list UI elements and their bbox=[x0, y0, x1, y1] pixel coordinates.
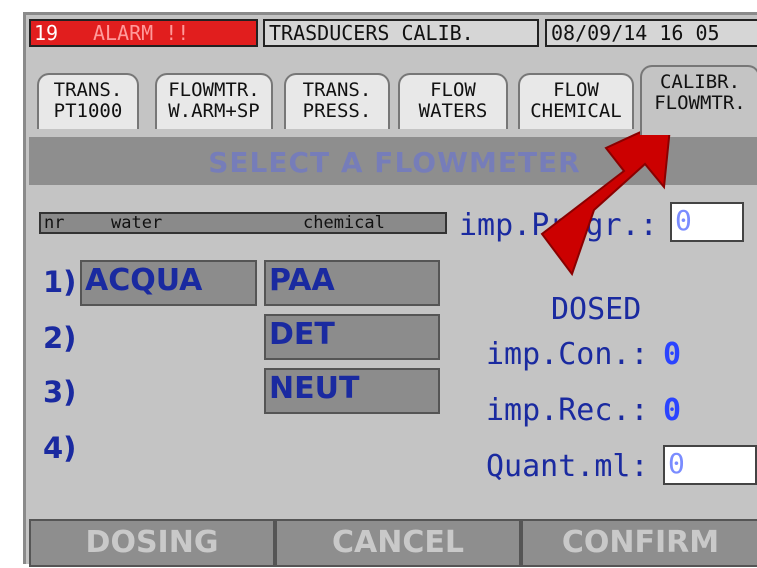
chemical-flowmeter-2[interactable]: DET bbox=[264, 314, 440, 360]
tab-trans-press[interactable]: TRANS. PRESS. bbox=[284, 73, 390, 129]
imp-con-label: imp.Con.: bbox=[486, 337, 649, 372]
tab-calibr-flowmtr[interactable]: CALIBR. FLOWMTR. bbox=[640, 65, 757, 135]
tab-label-line2: WATERS bbox=[418, 100, 488, 122]
tab-flow-chemical[interactable]: FLOW CHEMICAL bbox=[518, 73, 634, 129]
table-header: nr water chemical bbox=[39, 212, 447, 234]
chemical-flowmeter-3[interactable]: NEUT bbox=[264, 368, 440, 414]
row-number: 4) bbox=[43, 431, 77, 465]
tab-label-line2: FLOWMTR. bbox=[654, 92, 746, 114]
confirm-button[interactable]: CONFIRM bbox=[521, 519, 757, 567]
bottom-toolbar: DOSING CANCEL CONFIRM bbox=[29, 519, 757, 567]
tab-bar: TRANS. PT1000 FLOWMTR. W.ARM+SP TRANS. P… bbox=[32, 63, 757, 135]
tab-label-line1: FLOWMTR. bbox=[168, 79, 260, 101]
tab-flowmtr-warm[interactable]: FLOWMTR. W.ARM+SP bbox=[155, 73, 273, 129]
tab-label-line2: PT1000 bbox=[53, 100, 123, 122]
cancel-button[interactable]: CANCEL bbox=[275, 519, 521, 567]
hmi-screen: 19 ALARM !! TRASDUCERS CALIB. 08/09/14 1… bbox=[23, 12, 757, 567]
imp-progr-label: imp.Progr.: bbox=[459, 208, 658, 243]
dosed-title: DOSED bbox=[551, 292, 642, 327]
dosing-button[interactable]: DOSING bbox=[29, 519, 275, 567]
imp-rec-label: imp.Rec.: bbox=[486, 393, 649, 428]
imp-rec-value: 0 bbox=[663, 393, 682, 428]
tab-label-line2: W.ARM+SP bbox=[168, 100, 260, 122]
quant-ml-label: Quant.ml: bbox=[486, 449, 649, 484]
section-title: SELECT A FLOWMETER bbox=[208, 146, 581, 179]
chemical-flowmeter-1[interactable]: PAA bbox=[264, 260, 440, 306]
row-number: 1) bbox=[43, 265, 77, 299]
alarm-text: ALARM !! bbox=[93, 21, 190, 45]
header-chemical: chemical bbox=[303, 213, 385, 233]
tab-label-line2: CHEMICAL bbox=[530, 100, 622, 122]
page-title: TRASDUCERS CALIB. bbox=[263, 19, 539, 47]
tab-flow-waters[interactable]: FLOW WATERS bbox=[398, 73, 508, 129]
section-header: SELECT A FLOWMETER bbox=[29, 137, 757, 185]
imp-con-value: 0 bbox=[663, 337, 682, 372]
alarm-number: 19 bbox=[34, 21, 59, 45]
tab-trans-pt1000[interactable]: TRANS. PT1000 bbox=[37, 73, 139, 129]
imp-progr-input[interactable]: 0 bbox=[670, 202, 744, 242]
tab-label-line1: FLOW bbox=[553, 79, 599, 101]
tab-label-line2: PRESS. bbox=[302, 100, 372, 122]
quant-ml-input[interactable]: 0 bbox=[663, 445, 757, 485]
alarm-indicator[interactable]: 19 ALARM !! bbox=[29, 19, 258, 47]
tab-label-line1: TRANS. bbox=[53, 79, 123, 101]
row-number: 3) bbox=[43, 375, 77, 409]
tab-label-line1: TRANS. bbox=[302, 79, 372, 101]
header-water: water bbox=[111, 213, 163, 233]
water-flowmeter-1[interactable]: ACQUA bbox=[80, 260, 257, 306]
header-nr: nr bbox=[44, 213, 65, 233]
tab-label-line1: CALIBR. bbox=[659, 71, 741, 93]
status-bar: 19 ALARM !! TRASDUCERS CALIB. 08/09/14 1… bbox=[29, 19, 757, 49]
date-time: 08/09/14 16 05 bbox=[545, 19, 757, 47]
tab-label-line1: FLOW bbox=[430, 79, 476, 101]
row-number: 2) bbox=[43, 321, 77, 355]
